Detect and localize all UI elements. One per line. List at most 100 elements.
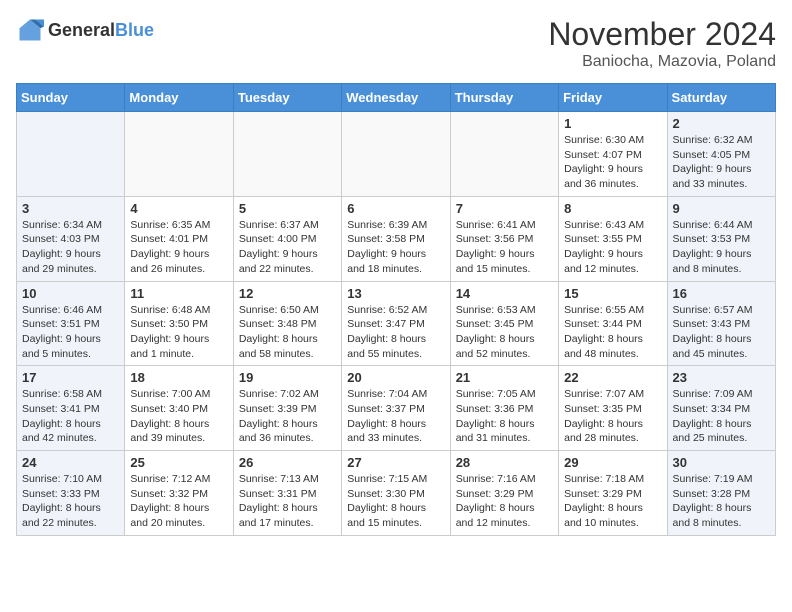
weekday-header: Thursday [450,84,558,112]
day-number: 28 [456,455,553,470]
day-info: Sunrise: 7:02 AM Sunset: 3:39 PM Dayligh… [239,387,336,446]
day-info: Sunrise: 6:55 AM Sunset: 3:44 PM Dayligh… [564,303,661,362]
day-number: 13 [347,286,444,301]
day-info: Sunrise: 6:32 AM Sunset: 4:05 PM Dayligh… [673,133,770,192]
calendar-week-row: 17 Sunrise: 6:58 AM Sunset: 3:41 PM Dayli… [17,366,776,451]
calendar-day-cell: 3 Sunrise: 6:34 AM Sunset: 4:03 PM Daylig… [17,196,125,281]
day-info: Sunrise: 6:35 AM Sunset: 4:01 PM Dayligh… [130,218,227,277]
day-info: Sunrise: 6:34 AM Sunset: 4:03 PM Dayligh… [22,218,119,277]
day-number: 15 [564,286,661,301]
calendar-day-cell: 22 Sunrise: 7:07 AM Sunset: 3:35 PM Dayli… [559,366,667,451]
day-number: 2 [673,116,770,131]
calendar-day-cell [17,112,125,197]
calendar-day-cell: 5Sunrise: 6:37 AM Sunset: 4:00 PM Daylig… [233,196,341,281]
day-number: 25 [130,455,227,470]
calendar-day-cell: 7 Sunrise: 6:41 AM Sunset: 3:56 PM Daylig… [450,196,558,281]
day-info: Sunrise: 6:48 AM Sunset: 3:50 PM Dayligh… [130,303,227,362]
day-info: Sunrise: 6:46 AM Sunset: 3:51 PM Dayligh… [22,303,119,362]
calendar-day-cell: 12 Sunrise: 6:50 AM Sunset: 3:48 PM Dayli… [233,281,341,366]
calendar-day-cell: 14Sunrise: 6:53 AM Sunset: 3:45 PM Dayli… [450,281,558,366]
calendar-day-cell: 30 Sunrise: 7:19 AM Sunset: 3:28 PM Dayli… [667,451,775,536]
day-info: Sunrise: 6:43 AM Sunset: 3:55 PM Dayligh… [564,218,661,277]
calendar-header-row: SundayMondayTuesdayWednesdayThursdayFrid… [17,84,776,112]
calendar-day-cell: 1Sunrise: 6:30 AM Sunset: 4:07 PM Daylig… [559,112,667,197]
day-number: 10 [22,286,119,301]
calendar-day-cell: 19 Sunrise: 7:02 AM Sunset: 3:39 PM Dayli… [233,366,341,451]
day-info: Sunrise: 6:50 AM Sunset: 3:48 PM Dayligh… [239,303,336,362]
calendar-day-cell: 16 Sunrise: 6:57 AM Sunset: 3:43 PM Dayli… [667,281,775,366]
calendar-day-cell: 9Sunrise: 6:44 AM Sunset: 3:53 PM Daylig… [667,196,775,281]
day-number: 24 [22,455,119,470]
calendar-day-cell: 13 Sunrise: 6:52 AM Sunset: 3:47 PM Dayli… [342,281,450,366]
day-number: 3 [22,201,119,216]
day-number: 6 [347,201,444,216]
logo-general: General [48,20,115,40]
day-info: Sunrise: 6:58 AM Sunset: 3:41 PM Dayligh… [22,387,119,446]
day-info: Sunrise: 7:10 AM Sunset: 3:33 PM Dayligh… [22,472,119,531]
location-title: Baniocha, Mazovia, Poland [548,53,776,71]
day-number: 12 [239,286,336,301]
weekday-header: Wednesday [342,84,450,112]
day-number: 20 [347,370,444,385]
page-header: GeneralBlue November 2024 Baniocha, Mazo… [16,16,776,71]
calendar-day-cell: 24 Sunrise: 7:10 AM Sunset: 3:33 PM Dayli… [17,451,125,536]
calendar-day-cell: 28 Sunrise: 7:16 AM Sunset: 3:29 PM Dayli… [450,451,558,536]
calendar-day-cell: 15 Sunrise: 6:55 AM Sunset: 3:44 PM Dayli… [559,281,667,366]
day-info: Sunrise: 7:12 AM Sunset: 3:32 PM Dayligh… [130,472,227,531]
day-number: 21 [456,370,553,385]
calendar-day-cell: 10 Sunrise: 6:46 AM Sunset: 3:51 PM Dayli… [17,281,125,366]
day-number: 1 [564,116,661,131]
day-info: Sunrise: 7:13 AM Sunset: 3:31 PM Dayligh… [239,472,336,531]
day-info: Sunrise: 7:09 AM Sunset: 3:34 PM Dayligh… [673,387,770,446]
day-number: 7 [456,201,553,216]
day-info: Sunrise: 6:52 AM Sunset: 3:47 PM Dayligh… [347,303,444,362]
day-number: 17 [22,370,119,385]
day-info: Sunrise: 6:57 AM Sunset: 3:43 PM Dayligh… [673,303,770,362]
day-number: 26 [239,455,336,470]
day-info: Sunrise: 7:04 AM Sunset: 3:37 PM Dayligh… [347,387,444,446]
day-number: 19 [239,370,336,385]
day-number: 5 [239,201,336,216]
calendar-day-cell: 29 Sunrise: 7:18 AM Sunset: 3:29 PM Dayli… [559,451,667,536]
day-info: Sunrise: 7:19 AM Sunset: 3:28 PM Dayligh… [673,472,770,531]
calendar-day-cell: 17 Sunrise: 6:58 AM Sunset: 3:41 PM Dayli… [17,366,125,451]
weekday-header: Saturday [667,84,775,112]
calendar-week-row: 24 Sunrise: 7:10 AM Sunset: 3:33 PM Dayli… [17,451,776,536]
day-info: Sunrise: 7:15 AM Sunset: 3:30 PM Dayligh… [347,472,444,531]
day-info: Sunrise: 6:41 AM Sunset: 3:56 PM Dayligh… [456,218,553,277]
weekday-header: Tuesday [233,84,341,112]
day-number: 4 [130,201,227,216]
month-title: November 2024 [548,16,776,53]
day-number: 29 [564,455,661,470]
calendar-table: SundayMondayTuesdayWednesdayThursdayFrid… [16,83,776,536]
day-number: 16 [673,286,770,301]
calendar-day-cell: 27Sunrise: 7:15 AM Sunset: 3:30 PM Dayli… [342,451,450,536]
day-info: Sunrise: 6:39 AM Sunset: 3:58 PM Dayligh… [347,218,444,277]
day-number: 30 [673,455,770,470]
day-info: Sunrise: 7:00 AM Sunset: 3:40 PM Dayligh… [130,387,227,446]
calendar-day-cell [450,112,558,197]
day-info: Sunrise: 7:07 AM Sunset: 3:35 PM Dayligh… [564,387,661,446]
calendar-day-cell [125,112,233,197]
calendar-week-row: 3 Sunrise: 6:34 AM Sunset: 4:03 PM Daylig… [17,196,776,281]
day-number: 22 [564,370,661,385]
title-block: November 2024 Baniocha, Mazovia, Poland [548,16,776,71]
calendar-day-cell: 8Sunrise: 6:43 AM Sunset: 3:55 PM Daylig… [559,196,667,281]
weekday-header: Friday [559,84,667,112]
day-info: Sunrise: 7:05 AM Sunset: 3:36 PM Dayligh… [456,387,553,446]
calendar-day-cell: 23Sunrise: 7:09 AM Sunset: 3:34 PM Dayli… [667,366,775,451]
calendar-day-cell: 11Sunrise: 6:48 AM Sunset: 3:50 PM Dayli… [125,281,233,366]
calendar-day-cell: 21 Sunrise: 7:05 AM Sunset: 3:36 PM Dayli… [450,366,558,451]
calendar-day-cell: 18 Sunrise: 7:00 AM Sunset: 3:40 PM Dayli… [125,366,233,451]
day-info: Sunrise: 7:18 AM Sunset: 3:29 PM Dayligh… [564,472,661,531]
day-info: Sunrise: 6:53 AM Sunset: 3:45 PM Dayligh… [456,303,553,362]
calendar-day-cell: 25 Sunrise: 7:12 AM Sunset: 3:32 PM Dayli… [125,451,233,536]
calendar-day-cell [342,112,450,197]
day-number: 18 [130,370,227,385]
logo-icon [16,16,44,44]
day-info: Sunrise: 7:16 AM Sunset: 3:29 PM Dayligh… [456,472,553,531]
weekday-header: Monday [125,84,233,112]
logo: GeneralBlue [16,16,154,44]
calendar-week-row: 1Sunrise: 6:30 AM Sunset: 4:07 PM Daylig… [17,112,776,197]
calendar-day-cell: 2 Sunrise: 6:32 AM Sunset: 4:05 PM Daylig… [667,112,775,197]
